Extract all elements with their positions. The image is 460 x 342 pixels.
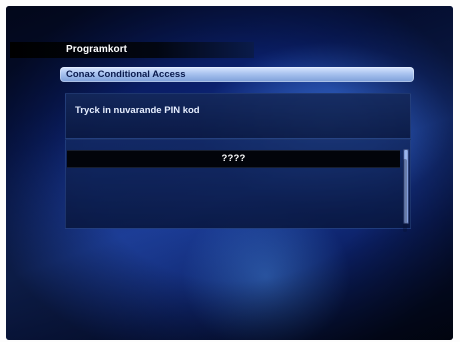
scrollbar-track xyxy=(403,159,407,232)
menu-title-bar: Programkort xyxy=(10,42,254,58)
pin-prompt-text: Tryck in nuvarande PIN kod xyxy=(75,105,200,116)
message-panel: Tryck in nuvarande PIN kod xyxy=(65,93,411,139)
tv-screen: Programkort Conax Conditional Access Try… xyxy=(6,6,453,340)
pin-entry-panel: ???? xyxy=(65,139,411,232)
pin-masked-value: ???? xyxy=(221,153,246,164)
dialog-header-title: Conax Conditional Access xyxy=(66,69,186,80)
dialog-header-bar: Conax Conditional Access xyxy=(60,67,414,82)
pin-input-field[interactable]: ???? xyxy=(67,150,400,168)
page-title: Programkort xyxy=(66,44,128,55)
tv-frame: Programkort Conax Conditional Access Try… xyxy=(0,0,460,342)
scrollbar[interactable] xyxy=(403,149,409,232)
